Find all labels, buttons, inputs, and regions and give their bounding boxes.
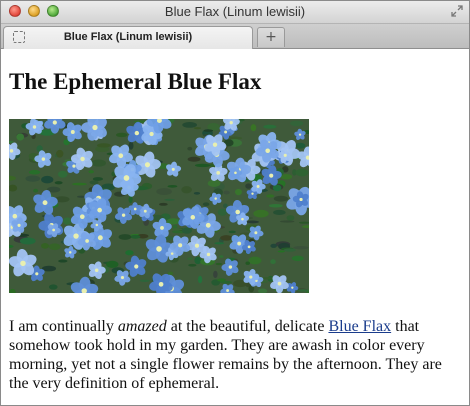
blue-flax-photo xyxy=(9,119,309,293)
page-heading: The Ephemeral Blue Flax xyxy=(9,69,262,94)
browser-window: Blue Flax (Linum lewisii) Blue Flax (Lin… xyxy=(0,0,470,406)
paragraph-emphasis: amazed xyxy=(117,318,167,335)
title-bar[interactable]: Blue Flax (Linum lewisii) xyxy=(1,1,469,24)
tab-label: Blue Flax (Linum lewisii) xyxy=(63,31,193,43)
tab-blue-flax[interactable]: Blue Flax (Linum lewisii) xyxy=(3,26,253,49)
tab-bar: Blue Flax (Linum lewisii) + xyxy=(1,24,469,49)
window-title: Blue Flax (Linum lewisii) xyxy=(164,4,306,19)
fullscreen-icon[interactable] xyxy=(451,5,463,17)
paragraph-text-1: I am continually xyxy=(9,318,118,335)
blue-flax-link[interactable]: Blue Flax xyxy=(328,318,391,335)
paragraph-text-2: at the beautiful, delicate xyxy=(166,318,329,335)
new-tab-button[interactable]: + xyxy=(257,27,285,47)
intro-paragraph: I am continually amazed at the beautiful… xyxy=(9,317,459,393)
